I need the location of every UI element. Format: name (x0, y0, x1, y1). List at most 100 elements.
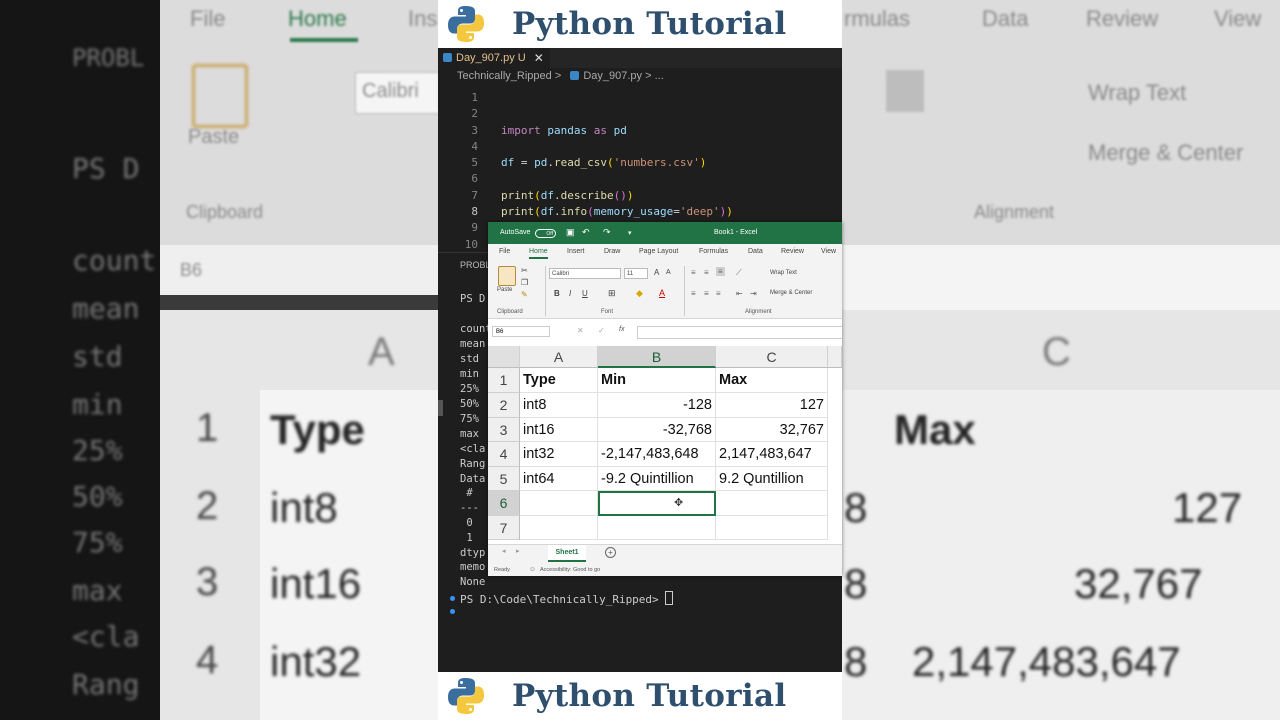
row-header-3[interactable]: 3 (488, 418, 520, 442)
cell-c1[interactable]: Max (716, 368, 828, 393)
font-color-icon[interactable]: A (659, 288, 665, 298)
cell-c6[interactable] (716, 491, 828, 516)
increase-font-icon[interactable]: A (654, 268, 659, 277)
tab-page-layout[interactable]: Page Layout (639, 248, 678, 255)
worksheet-grid[interactable]: A B C 1 2 3 4 5 6 7 Type Min Max int8 -1… (488, 346, 842, 542)
column-header-b[interactable]: B (598, 346, 716, 368)
cell-b7[interactable] (598, 516, 716, 540)
cell-b4[interactable]: -2,147,483,648 (598, 442, 716, 467)
align-top-icon[interactable]: ≡ (691, 268, 696, 277)
tab-formulas[interactable]: Formulas (699, 248, 728, 255)
select-all-corner[interactable] (488, 346, 520, 368)
align-center-icon[interactable]: ≡ (704, 289, 709, 298)
cell-a1[interactable]: Type (520, 368, 598, 393)
tab-file[interactable]: File (499, 248, 510, 255)
tab-home[interactable]: Home (529, 248, 548, 259)
bg-term-50: 50% (72, 480, 123, 513)
breadcrumb-file[interactable]: Day_907.py (583, 70, 642, 82)
row-header-5[interactable]: 5 (488, 467, 520, 491)
row-header-1[interactable]: 1 (488, 368, 520, 393)
add-sheet-icon[interactable]: + (605, 547, 616, 558)
copy-icon[interactable]: ❐ (521, 278, 528, 287)
formula-input[interactable] (637, 326, 842, 339)
cell-c7[interactable] (716, 516, 828, 540)
close-icon[interactable]: ✕ (534, 51, 544, 65)
row-header-2[interactable]: 2 (488, 393, 520, 418)
chevron-down-icon[interactable]: ▾ (628, 229, 632, 237)
font-name-select[interactable]: Calibri (549, 268, 621, 279)
cut-icon[interactable]: ✂ (521, 266, 528, 275)
scroll-left-icon[interactable]: ◂ (502, 547, 506, 555)
insert-function-icon[interactable]: fx (619, 326, 624, 333)
bold-icon[interactable]: B (554, 289, 560, 298)
tab-view[interactable]: View (821, 248, 836, 255)
terminal-prompt[interactable]: PS D:\Code\Technically_Ripped> (450, 591, 674, 606)
row-header-6[interactable]: 6 (488, 491, 520, 516)
cell-a6[interactable] (520, 491, 598, 516)
cell-b1[interactable]: Min (598, 368, 716, 393)
status-accessibility[interactable]: Accessibility: Good to go (540, 567, 600, 573)
terminal-row: --- (460, 502, 479, 514)
cell-b3[interactable]: -32,768 (598, 418, 716, 442)
accessibility-icon[interactable]: ⚇ (530, 567, 535, 573)
decrease-font-icon[interactable]: A (666, 269, 671, 276)
editor-tab-day907[interactable]: Day_907.py U ✕ (438, 48, 550, 68)
paste-icon[interactable] (498, 266, 516, 286)
cell-c2[interactable]: 127 (716, 393, 828, 418)
row-header-7[interactable]: 7 (488, 516, 520, 540)
undo-icon[interactable]: ↶ (582, 227, 590, 238)
bg-col-a: A (368, 330, 395, 374)
row-header-4[interactable]: 4 (488, 442, 520, 467)
name-box[interactable]: B6 (492, 326, 550, 337)
column-header-d[interactable] (828, 346, 842, 368)
format-painter-icon[interactable]: ✎ (521, 290, 528, 299)
orientation-icon[interactable]: ⟋ (736, 268, 742, 278)
borders-icon[interactable]: ⊞ (608, 288, 616, 299)
autosave-toggle[interactable]: Off (535, 229, 556, 238)
paste-label[interactable]: Paste (497, 287, 512, 293)
redo-icon[interactable]: ↷ (603, 227, 611, 238)
tab-problems[interactable]: PROBL (460, 260, 491, 270)
align-bottom-icon[interactable]: ≡ (716, 267, 725, 276)
cell-a3[interactable]: int16 (520, 418, 598, 442)
increase-indent-icon[interactable]: ⇥ (750, 289, 757, 298)
cell-a7[interactable] (520, 516, 598, 540)
column-header-a[interactable]: A (520, 346, 598, 368)
scrollbar[interactable] (438, 400, 443, 416)
fill-color-icon[interactable]: ◆ (636, 288, 643, 299)
tab-insert[interactable]: Insert (567, 248, 585, 255)
bg-term-cla: <cla (72, 620, 140, 653)
align-left-icon[interactable]: ≡ (691, 289, 696, 298)
sheet-tab-sheet1[interactable]: Sheet1 (548, 545, 586, 562)
column-header-c[interactable]: C (716, 346, 828, 368)
cell-c3[interactable]: 32,767 (716, 418, 828, 442)
cell-a2[interactable]: int8 (520, 393, 598, 418)
cell-b5[interactable]: -9.2 Quintillion (598, 467, 716, 491)
tab-review[interactable]: Review (781, 248, 804, 255)
scroll-right-icon[interactable]: ▸ (516, 547, 520, 555)
excel-window[interactable]: AutoSave Off ▣ ↶ ↷ ▾ Book1 - Excel File … (488, 222, 842, 576)
cell-a4[interactable]: int32 (520, 442, 598, 467)
align-middle-icon[interactable]: ≡ (704, 268, 709, 277)
breadcrumb-folder[interactable]: Technically_Ripped (457, 70, 552, 82)
enter-icon[interactable]: ✓ (598, 326, 605, 335)
merge-center-button[interactable]: Merge & Center (770, 290, 812, 296)
save-icon[interactable]: ▣ (566, 227, 575, 238)
cell-c4[interactable]: 2,147,483,647 (716, 442, 828, 467)
decrease-indent-icon[interactable]: ⇤ (736, 289, 743, 298)
cell-b2[interactable]: -128 (598, 393, 716, 418)
sheet-tab-bar: ◂ ▸ Sheet1 + (488, 544, 842, 565)
underline-icon[interactable]: U (582, 289, 588, 298)
cell-c5[interactable]: 9.2 Quntillion (716, 467, 828, 491)
cell-b6-selected[interactable] (598, 491, 716, 516)
status-ready: Ready (494, 567, 510, 573)
tab-draw[interactable]: Draw (604, 248, 620, 255)
align-right-icon[interactable]: ≡ (716, 289, 721, 298)
line-number: 10 (464, 237, 478, 251)
wrap-text-button[interactable]: Wrap Text (770, 270, 797, 276)
tab-data[interactable]: Data (748, 248, 763, 255)
font-size-select[interactable]: 11 (624, 268, 648, 279)
cell-a5[interactable]: int64 (520, 467, 598, 491)
italic-icon[interactable]: I (569, 289, 571, 298)
cancel-icon[interactable]: ✕ (577, 326, 584, 335)
